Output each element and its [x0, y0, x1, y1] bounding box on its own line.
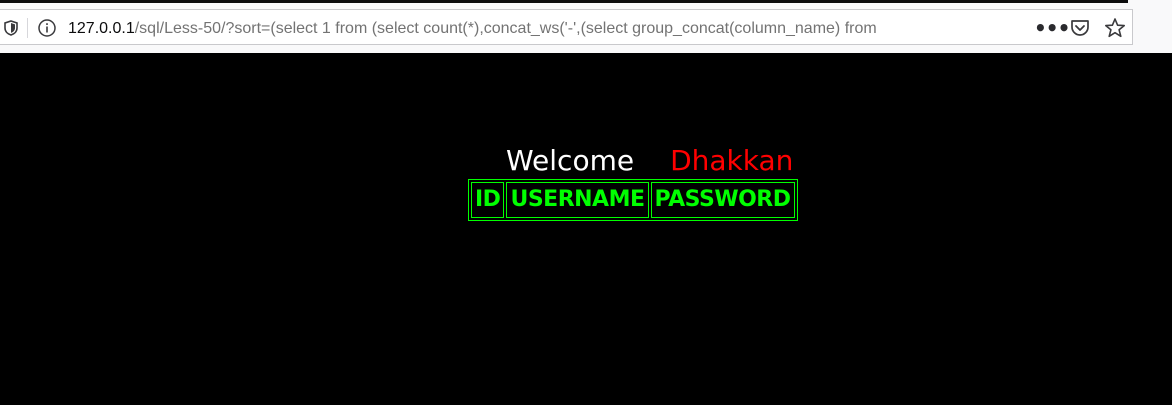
- header-password: PASSWORD: [650, 182, 795, 218]
- address-bar-separator: [27, 18, 28, 38]
- url-host: 127.0.0.1: [68, 20, 135, 37]
- address-bar[interactable]: 127.0.0.1/sql/Less-50/?sort=(select 1 fr…: [0, 9, 1133, 45]
- table-header-row: ID USERNAME PASSWORD: [471, 182, 795, 218]
- header-username: USERNAME: [506, 182, 649, 218]
- welcome-line: Welcome Dhakkan: [506, 143, 793, 179]
- tab-strip-edge: [0, 0, 1128, 3]
- results-table: ID USERNAME PASSWORD: [468, 179, 798, 221]
- header-id: ID: [471, 182, 505, 218]
- pocket-icon[interactable]: [1070, 18, 1090, 38]
- user-name: Dhakkan: [670, 144, 794, 177]
- url-fade-overlay: [950, 16, 994, 40]
- url-input[interactable]: 127.0.0.1/sql/Less-50/?sort=(select 1 fr…: [68, 18, 990, 40]
- info-icon[interactable]: [37, 18, 57, 38]
- shield-icon[interactable]: [4, 20, 18, 36]
- star-icon[interactable]: [1104, 17, 1126, 39]
- browser-toolbar: 127.0.0.1/sql/Less-50/?sort=(select 1 fr…: [0, 0, 1172, 53]
- welcome-text: Welcome: [506, 144, 635, 177]
- url-path: /sql/Less-50/?sort=(select 1 from (selec…: [134, 20, 877, 37]
- page-content: Welcome Dhakkan ID USERNAME PASSWORD: [0, 53, 1172, 405]
- more-icon[interactable]: •••: [1034, 17, 1070, 39]
